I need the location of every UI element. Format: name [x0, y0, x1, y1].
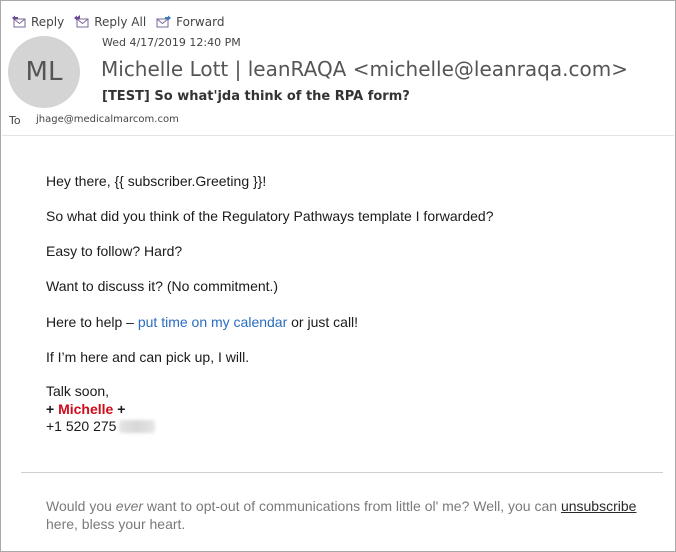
sender-avatar[interactable]: ML: [8, 36, 80, 108]
calendar-link[interactable]: put time on my calendar: [138, 314, 287, 330]
signature-plus-right: +: [113, 401, 126, 417]
signature-phone-line: +1 520 275: [46, 418, 156, 434]
reply-all-button[interactable]: Reply All: [74, 12, 146, 32]
phone-number[interactable]: +1 520 275: [46, 418, 116, 434]
help-suffix: or just call!: [287, 314, 359, 330]
help-line: Here to help – put time on my calendar o…: [46, 314, 358, 330]
signoff: Talk soon,: [46, 383, 110, 399]
header-divider: [2, 135, 674, 136]
body-line-5: If I’m here and can pick up, I will.: [46, 349, 250, 365]
to-label: To: [9, 114, 21, 127]
recipient-address[interactable]: jhage@medicalmarcom.com: [36, 114, 179, 125]
reply-all-label: Reply All: [94, 15, 147, 29]
body-line-3: Want to discuss it? (No commitment.): [46, 278, 279, 294]
reply-label: Reply: [31, 15, 65, 29]
body-line-2: Easy to follow? Hard?: [46, 243, 183, 259]
reply-all-icon: [74, 15, 90, 29]
reply-icon: [11, 15, 27, 29]
footer-text-c: here, bless your heart.: [46, 516, 186, 532]
email-reading-pane: Reply Reply All Forward ML Wed 4/17/2019…: [0, 0, 676, 552]
unsubscribe-footer: Would you ever want to opt-out of commun…: [46, 497, 656, 533]
help-prefix: Here to help –: [46, 314, 138, 330]
sender-name[interactable]: Michelle Lott | leanRAQA <michelle@leanr…: [101, 57, 628, 81]
footer-divider: [21, 472, 663, 473]
redacted-digits: [119, 420, 156, 433]
message-toolbar: Reply Reply All Forward: [11, 12, 234, 32]
footer-emphasis: ever: [115, 498, 144, 514]
footer-text-b: want to opt-out of communications from l…: [143, 498, 561, 514]
footer-text-a: Would you: [46, 498, 116, 514]
forward-icon: [156, 15, 172, 29]
reply-button[interactable]: Reply: [11, 12, 64, 32]
body-line-1: So what did you think of the Regulatory …: [46, 208, 494, 224]
signature-name-line: + Michelle +: [46, 401, 125, 417]
greeting-line: Hey there, {{ subscriber.Greeting }}!: [46, 173, 267, 189]
signature-name: Michelle: [58, 401, 114, 417]
unsubscribe-link[interactable]: unsubscribe: [561, 498, 637, 514]
forward-label: Forward: [176, 15, 225, 29]
sent-date: Wed 4/17/2019 12:40 PM: [102, 36, 241, 49]
forward-button[interactable]: Forward: [156, 12, 224, 32]
email-subject: [TEST] So what'jda think of the RPA form…: [102, 89, 410, 104]
signature-plus-left: +: [46, 401, 59, 417]
